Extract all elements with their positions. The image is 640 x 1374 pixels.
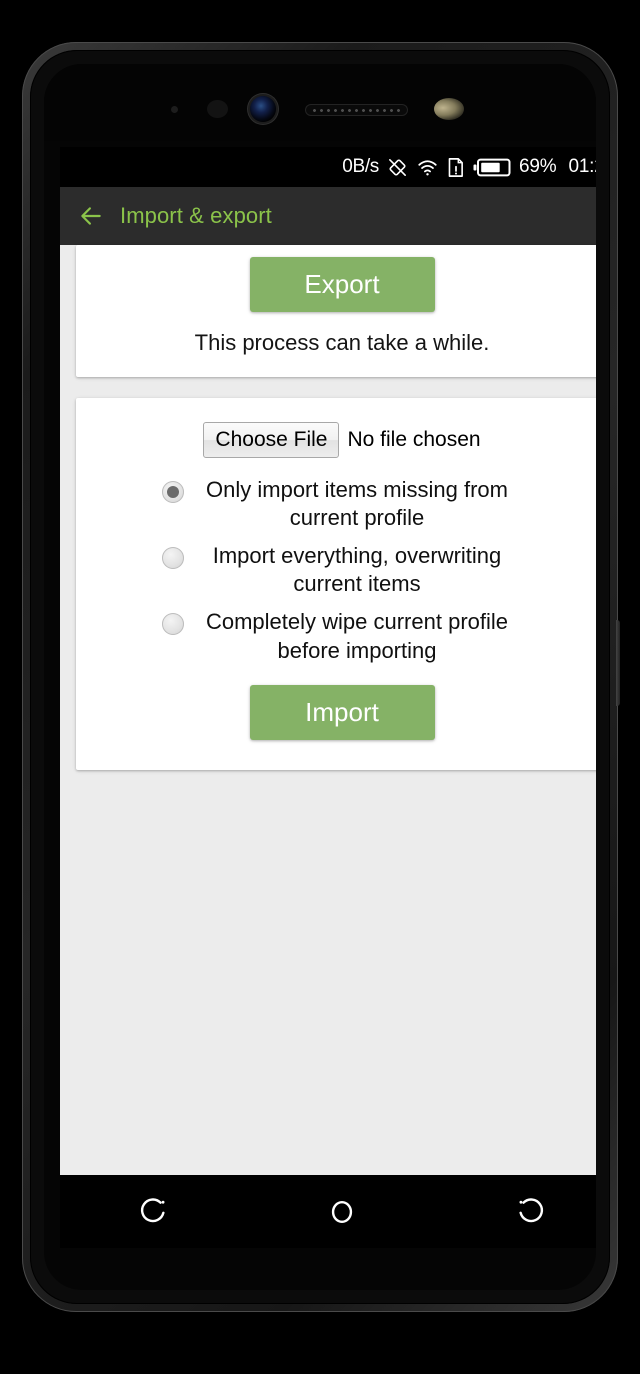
page-title: Import & export <box>120 203 272 228</box>
led-indicator-icon <box>434 98 464 120</box>
app-bar: Import & export <box>60 187 596 245</box>
battery-icon <box>473 157 511 178</box>
file-status-text: No file chosen <box>347 427 481 451</box>
proximity-sensor-icon <box>207 100 228 118</box>
wifi-icon <box>416 156 439 179</box>
top-bezel-hardware <box>44 64 596 141</box>
battery-percent-text: 69% <box>519 156 557 177</box>
back-icon[interactable] <box>513 1195 547 1229</box>
status-bar: 0B/s 69% 01: <box>60 147 596 187</box>
auto-rotate-off-icon <box>386 156 409 179</box>
import-card: Choose File No file chosen Only import i… <box>76 397 596 771</box>
export-button[interactable]: Export <box>249 257 435 313</box>
import-mode-radio-group: Only import items missing from current p… <box>92 476 592 666</box>
import-button[interactable]: Import <box>249 685 435 741</box>
import-button-wrap: Import <box>92 685 592 741</box>
phone-screen: 0B/s 69% 01: Import & export Export This… <box>60 147 596 1248</box>
device-inner-bezel: 0B/s 69% 01: Import & export Export This… <box>30 50 610 1304</box>
radio-button-icon[interactable] <box>162 546 184 569</box>
earpiece-speaker-icon <box>306 105 407 115</box>
status-bar-items: 0B/s 69% 01: <box>342 156 596 179</box>
radio-button-icon[interactable] <box>162 480 184 503</box>
power-button[interactable] <box>616 620 620 706</box>
device-glass: 0B/s 69% 01: Import & export Export This… <box>44 64 596 1290</box>
back-arrow-icon[interactable] <box>78 203 104 229</box>
sensor-dot-icon <box>171 106 178 113</box>
front-camera-icon <box>250 96 276 122</box>
speaker-grille-holes <box>311 108 403 112</box>
radio-option-overwrite[interactable]: Import everything, overwriting current i… <box>92 542 592 599</box>
home-icon[interactable] <box>325 1195 359 1229</box>
export-card: Export This process can take a while. <box>76 245 596 377</box>
phone-device-frame: 0B/s 69% 01: Import & export Export This… <box>22 42 620 1312</box>
network-speed-text: 0B/s <box>342 156 380 177</box>
radio-option-missing-only[interactable]: Only import items missing from current p… <box>92 476 592 533</box>
recents-icon[interactable] <box>137 1195 171 1229</box>
radio-label: Import everything, overwriting current i… <box>212 542 502 597</box>
choose-file-button[interactable]: Choose File <box>203 421 340 458</box>
content-area: Export This process can take a while. Ch… <box>60 245 596 1175</box>
clock-text: 01:22 <box>568 156 596 177</box>
radio-option-wipe-profile[interactable]: Completely wipe current profile before i… <box>92 608 592 665</box>
radio-button-icon[interactable] <box>162 613 184 636</box>
file-input-row: Choose File No file chosen <box>92 421 592 458</box>
radio-label: Completely wipe current profile before i… <box>205 609 509 663</box>
navigation-bar <box>60 1175 596 1248</box>
export-hint-text: This process can take a while. <box>194 330 490 356</box>
radio-label: Only import items missing from current p… <box>206 476 508 531</box>
sim-card-alert-icon <box>446 156 466 179</box>
